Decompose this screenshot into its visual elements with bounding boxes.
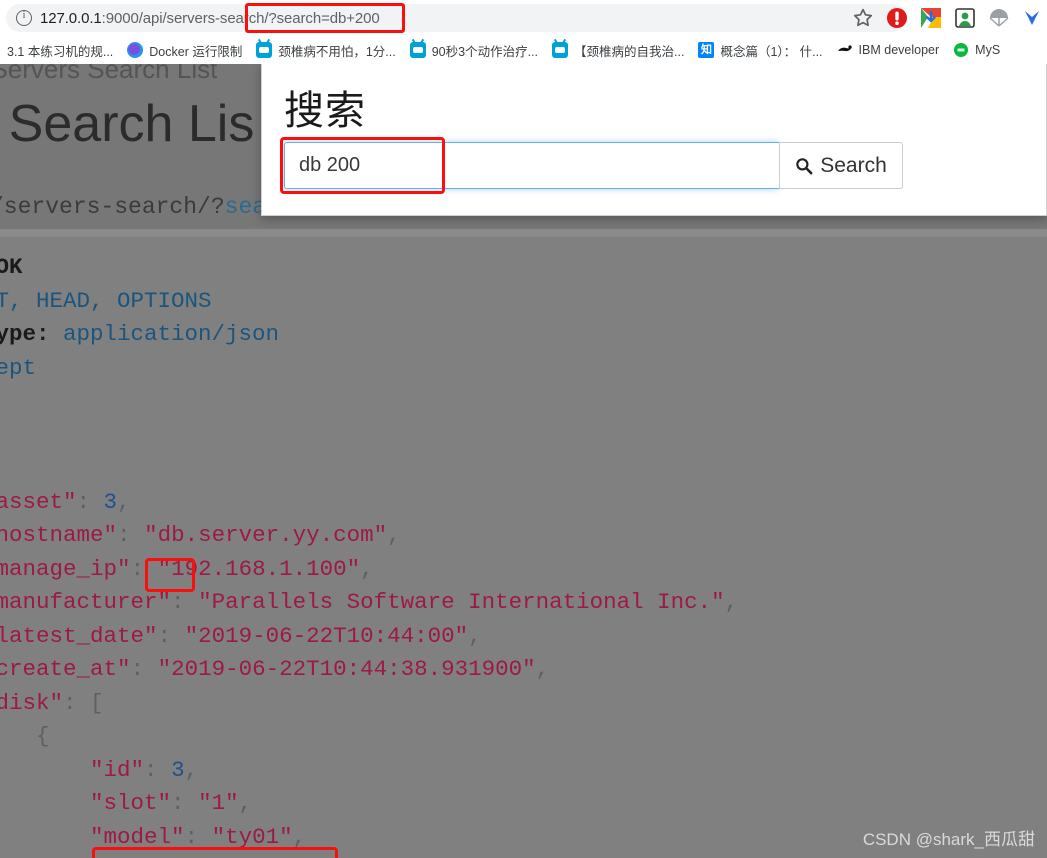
bookmark-item[interactable]: 知概念篇（1）： 什... bbox=[691, 38, 829, 62]
ibm-icon bbox=[837, 42, 853, 58]
bookmark-label: 概念篇（1）： 什... bbox=[720, 44, 823, 59]
bookmark-label: 90秒3个动作治疗... bbox=[431, 44, 539, 59]
breadcrumb[interactable]: / Servers Search List bbox=[0, 64, 217, 85]
bookmark-label: MyS bbox=[975, 43, 1001, 57]
extension-icon[interactable] bbox=[1021, 6, 1045, 30]
info-circle-icon[interactable] bbox=[16, 9, 32, 26]
search-form: Search bbox=[284, 142, 903, 189]
bookmark-label: 颈椎病不用怕，1分... bbox=[278, 44, 396, 59]
docker-icon bbox=[127, 42, 144, 58]
search-heading: 搜索 bbox=[284, 89, 366, 133]
url-path: :9000/api/servers-search/?search=db+200 bbox=[101, 9, 380, 27]
bookmark-label: 【颈椎病的自我治... bbox=[574, 44, 685, 59]
toolbar-icons bbox=[851, 0, 1047, 36]
bookmark-label: IBM developer bbox=[858, 43, 940, 57]
mysql-icon bbox=[953, 42, 969, 58]
page-title: ers Search Lis bbox=[0, 95, 255, 153]
drf-response-body: OK ET, HEAD, OPTIONS Type: application/j… bbox=[0, 229, 1047, 858]
bookmark-item[interactable]: 颈椎病不用怕，1分... bbox=[249, 38, 402, 62]
bookmark-item[interactable]: 3.1 本练习机的规... bbox=[0, 38, 120, 62]
bookmark-item[interactable]: Docker 运行限制 bbox=[120, 38, 249, 62]
bilibili-icon bbox=[552, 42, 569, 58]
url-host: 127.0.0.1 bbox=[40, 9, 102, 27]
adblock-icon[interactable] bbox=[885, 6, 909, 30]
response-divider bbox=[0, 229, 1047, 237]
bookmark-item[interactable]: 90秒3个动作治疗... bbox=[403, 38, 545, 62]
bookmark-star-icon[interactable] bbox=[851, 6, 875, 30]
parachute-icon[interactable] bbox=[987, 6, 1011, 30]
zhihu-icon: 知 bbox=[698, 42, 715, 58]
bilibili-icon bbox=[256, 42, 273, 58]
chrome-download-icon[interactable] bbox=[919, 6, 943, 30]
search-popup: 搜索 Search bbox=[261, 64, 1047, 216]
bookmark-label: Docker 运行限制 bbox=[149, 44, 243, 59]
bookmarks-bar: 3.1 本练习机的规... Docker 运行限制 颈椎病不用怕，1分... 90秒3… bbox=[0, 36, 1047, 64]
bookmark-item[interactable]: 【颈椎病的自我治... bbox=[545, 38, 691, 62]
search-button-label: Search bbox=[820, 153, 887, 177]
bookmark-item[interactable]: IBM developer bbox=[830, 38, 947, 62]
omnibox-row: 127.0.0.1:9000/api/servers-search/?searc… bbox=[0, 0, 1047, 36]
request-path: /servers-search/? bbox=[0, 194, 225, 220]
browser-chrome: 127.0.0.1:9000/api/servers-search/?searc… bbox=[0, 0, 1047, 64]
response-content: OK ET, HEAD, OPTIONS Type: application/j… bbox=[0, 254, 739, 858]
watermark: CSDN @shark_西瓜甜 bbox=[862, 830, 1035, 849]
tampermonkey-icon[interactable] bbox=[953, 6, 977, 30]
search-button[interactable]: Search bbox=[779, 142, 903, 189]
search-magnifier-icon bbox=[795, 157, 813, 175]
bookmark-label: 3.1 本练习机的规... bbox=[7, 44, 114, 59]
address-bar[interactable]: 127.0.0.1:9000/api/servers-search/?searc… bbox=[6, 4, 906, 32]
bookmark-item[interactable]: MyS bbox=[946, 38, 1007, 62]
bilibili-icon bbox=[409, 42, 426, 58]
search-input[interactable] bbox=[284, 142, 779, 189]
